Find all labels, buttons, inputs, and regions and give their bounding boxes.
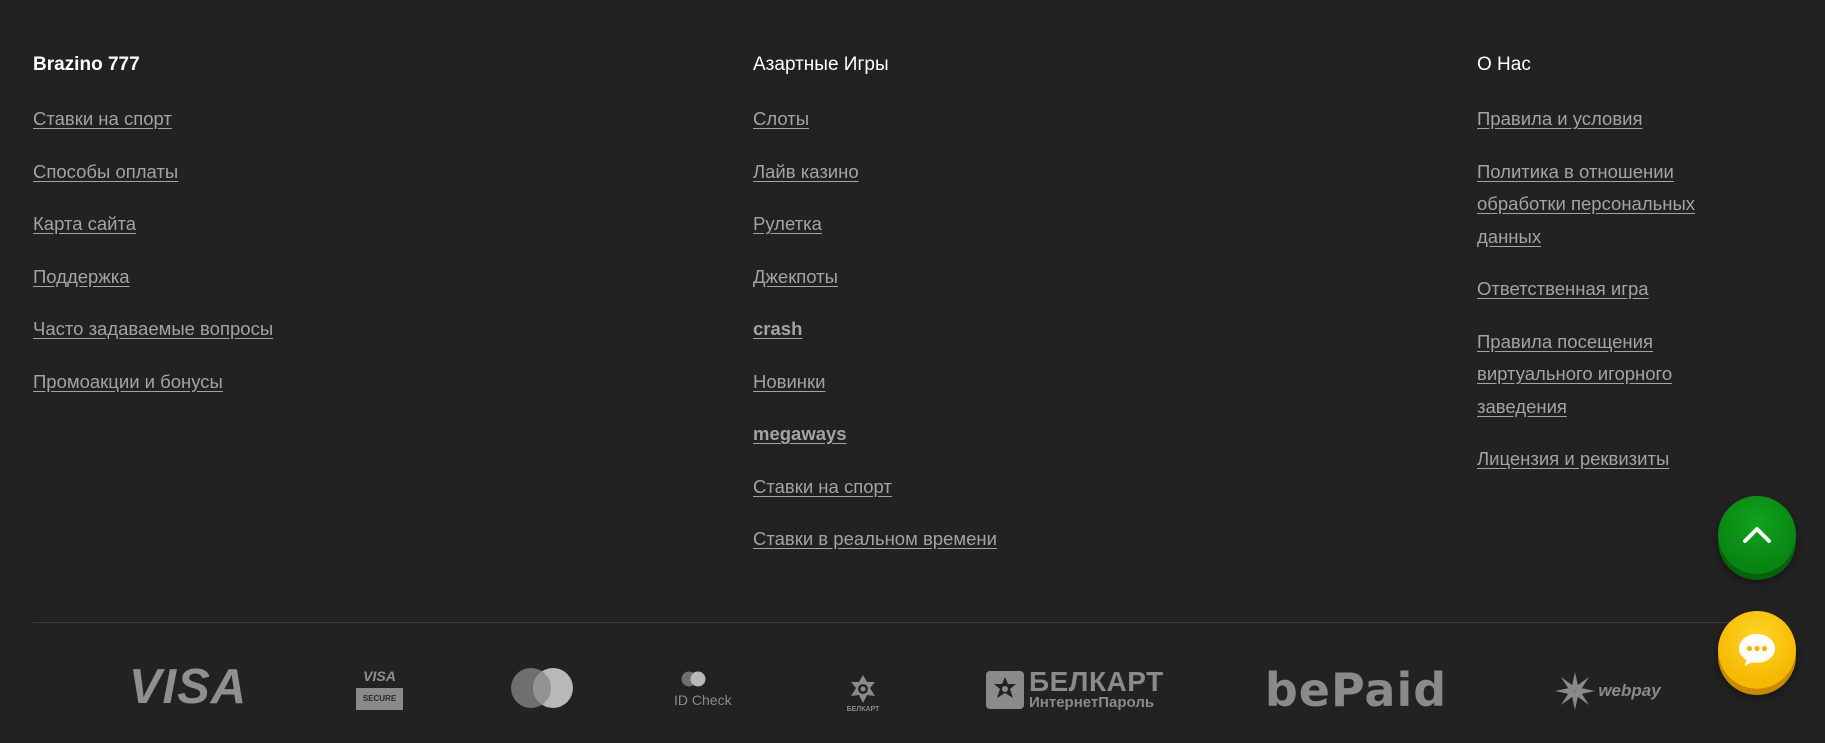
webpay-logo: webpay [1545, 671, 1670, 711]
visa-secure-bottom-text: SECURE [356, 687, 403, 710]
link-payment-methods[interactable]: Способы оплаты [33, 156, 178, 189]
chat-bubble-icon [1739, 634, 1775, 666]
belkart-text-block: БЕЛКАРТ ИнтернетПароль [1029, 666, 1164, 711]
chevron-up-icon [1743, 527, 1771, 543]
link-list: Ставки на спорт Способы оплаты Карта сай… [33, 103, 553, 398]
belkart-logo: БЕЛКАРТ [843, 672, 883, 714]
mastercard-circles-icon [511, 668, 573, 708]
link-roulette[interactable]: Рулетка [753, 208, 822, 241]
belkart-title-text: БЕЛКАРТ [1029, 666, 1164, 697]
belkart-small-text: БЕЛКАРТ [846, 705, 880, 713]
mastercard-idcheck-logo: ID Check [674, 669, 744, 709]
belkart-emblem-icon [851, 674, 875, 703]
link-sitemap[interactable]: Карта сайта [33, 208, 136, 241]
link-live-casino[interactable]: Лайв казино [753, 156, 859, 189]
link-list: Правила и условия Политика в отношении о… [1477, 103, 1737, 476]
link-crash[interactable]: crash [753, 313, 802, 346]
column-title: Brazino 777 [33, 54, 140, 75]
scroll-to-top-button[interactable] [1718, 496, 1796, 574]
footer-divider [33, 622, 1788, 623]
bepaid-text: bePaid [1264, 663, 1448, 717]
link-promotions[interactable]: Промоакции и бонусы [33, 366, 223, 399]
link-support[interactable]: Поддержка [33, 261, 130, 294]
link-jackpots[interactable]: Джекпоты [753, 261, 838, 294]
belkart-internetparol-logo: БЕЛКАРТ ИнтернетПароль [986, 666, 1166, 711]
column-title: Азартные Игры [753, 54, 889, 75]
link-visiting-rules[interactable]: Правила посещения виртуального игорного … [1477, 326, 1737, 424]
link-sports-betting[interactable]: Ставки на спорт [33, 103, 172, 136]
belkart-subtitle-text: ИнтернетПароль [1029, 694, 1155, 711]
footer-column-brand: Brazino 777 Ставки на спорт Способы опла… [33, 54, 553, 418]
webpay-text: webpay [1598, 681, 1661, 700]
chat-button[interactable] [1718, 611, 1796, 689]
visa-logo: VISA [124, 660, 252, 714]
bepaid-logo: bePaid [1264, 663, 1448, 717]
link-license[interactable]: Лицензия и реквизиты [1477, 443, 1669, 476]
payment-logos: VISA VISA SECURE ID Check БЕЛКАРТ БЕЛКАР… [0, 650, 1825, 730]
link-privacy-policy[interactable]: Политика в отношении обработки персональ… [1477, 156, 1737, 254]
link-megaways[interactable]: megaways [753, 418, 847, 451]
visa-logo-text: VISA [128, 660, 248, 714]
mastercard-logo [508, 667, 576, 709]
link-sports-betting-2[interactable]: Ставки на спорт [753, 471, 892, 504]
visa-secure-logo: VISA SECURE [356, 667, 403, 710]
mastercard-small-icon [681, 671, 706, 687]
link-new-games[interactable]: Новинки [753, 366, 825, 399]
webpay-star-icon [1555, 672, 1596, 710]
visa-secure-top-text: VISA [363, 667, 396, 684]
link-slots[interactable]: Слоты [753, 103, 809, 136]
idcheck-text: ID Check [674, 692, 732, 708]
link-list: Слоты Лайв казино Рулетка Джекпоты crash… [753, 103, 1273, 556]
link-faq[interactable]: Часто задаваемые вопросы [33, 313, 273, 346]
link-terms[interactable]: Правила и условия [1477, 103, 1643, 136]
link-live-betting[interactable]: Ставки в реальном времени [753, 523, 997, 556]
footer-column-games: Азартные Игры Слоты Лайв казино Рулетка … [753, 54, 1273, 576]
footer-column-about: О Нас Правила и условия Политика в отнош… [1477, 54, 1737, 496]
column-title: О Нас [1477, 54, 1531, 75]
belkart-badge-icon [986, 671, 1024, 709]
link-responsible-gaming[interactable]: Ответственная игра [1477, 273, 1649, 306]
